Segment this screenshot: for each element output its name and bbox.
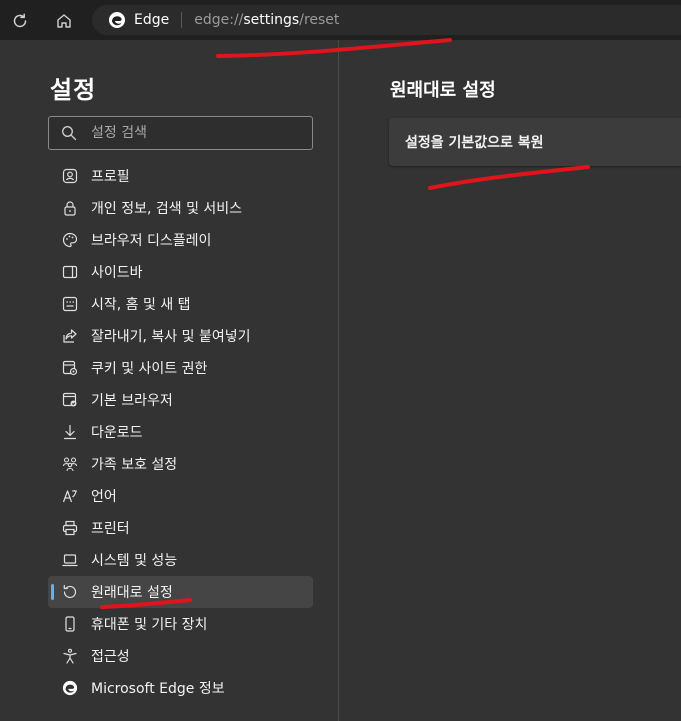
- sidebar-item-label: 개인 정보, 검색 및 서비스: [91, 201, 243, 217]
- sidebar-item-accessibility[interactable]: 접근성: [48, 640, 313, 672]
- home-button[interactable]: [51, 8, 77, 34]
- browser-toolbar: Edge edge://settings/reset: [0, 0, 681, 40]
- sidebar-item-appearance[interactable]: 브라우저 디스플레이: [48, 224, 313, 256]
- reset-icon: [63, 584, 77, 599]
- laptop-icon: [62, 554, 78, 567]
- home-icon: [57, 14, 71, 28]
- sidebar-item-languages[interactable]: 언어: [48, 480, 313, 512]
- sidebar-item-phone-devices[interactable]: 휴대폰 및 기타 장치: [48, 608, 313, 640]
- page-title: 설정: [50, 76, 97, 104]
- sidebar-icon: [62, 265, 78, 279]
- default-browser-icon: [62, 392, 77, 407]
- sidebar-item-label: 프린터: [91, 521, 130, 537]
- language-icon: [62, 490, 77, 503]
- sidebar-item-label: 프로필: [91, 169, 130, 185]
- accessibility-icon: [63, 648, 77, 664]
- phone-icon: [65, 616, 75, 632]
- address-separator: [181, 12, 183, 28]
- url-bold-part: settings: [243, 12, 300, 28]
- profile-icon: [62, 168, 78, 184]
- sidebar-item-label: Microsoft Edge 정보: [91, 681, 225, 697]
- url-prefix: edge://: [194, 12, 244, 28]
- printer-icon: [62, 520, 78, 536]
- refresh-button[interactable]: [7, 8, 33, 34]
- annotation-underline-card: [428, 165, 590, 190]
- site-name: Edge: [134, 12, 170, 28]
- search-input[interactable]: [91, 125, 291, 141]
- share-icon: [63, 329, 77, 343]
- address-bar[interactable]: Edge edge://settings/reset: [92, 5, 681, 35]
- url-text: edge://settings/reset: [194, 12, 339, 28]
- home-tabs-icon: [62, 296, 78, 312]
- section-title: 원래대로 설정: [390, 80, 496, 101]
- restore-defaults-label: 설정을 기본값으로 복원: [405, 135, 544, 151]
- sidebar-item-label: 원래대로 설정: [91, 585, 173, 601]
- sidebar-item-label: 접근성: [91, 649, 130, 665]
- edge-logo-icon: [62, 680, 78, 696]
- family-icon: [62, 457, 78, 472]
- restore-defaults-button[interactable]: 설정을 기본값으로 복원: [389, 118, 681, 166]
- sidebar-item-printers[interactable]: 프린터: [48, 512, 313, 544]
- url-suffix: /reset: [299, 12, 340, 28]
- settings-sidebar: 설정 프로필 개인 정보, 검색 및 서비스: [0, 40, 338, 721]
- sidebar-item-profile[interactable]: 프로필: [48, 160, 313, 192]
- sidebar-item-label: 잘라내기, 복사 및 붙여넣기: [91, 329, 251, 345]
- search-icon: [62, 126, 77, 141]
- pane-divider: [338, 40, 339, 721]
- sidebar-item-about-edge[interactable]: Microsoft Edge 정보: [48, 672, 313, 704]
- download-icon: [63, 424, 77, 440]
- sidebar-item-label: 사이드바: [91, 265, 143, 281]
- sidebar-item-system-performance[interactable]: 시스템 및 성능: [48, 544, 313, 576]
- search-box[interactable]: [48, 116, 313, 150]
- sidebar-item-label: 브라우저 디스플레이: [91, 233, 212, 249]
- palette-icon: [62, 232, 78, 248]
- refresh-icon: [13, 13, 27, 28]
- sidebar-item-label: 다운로드: [91, 425, 143, 441]
- sidebar-item-label: 시작, 홈 및 새 탭: [91, 297, 191, 313]
- sidebar-item-sidebar[interactable]: 사이드바: [48, 256, 313, 288]
- sidebar-item-label: 언어: [91, 489, 117, 505]
- sidebar-item-label: 쿠키 및 사이트 권한: [91, 361, 208, 377]
- sidebar-item-reset-settings[interactable]: 원래대로 설정: [48, 576, 313, 608]
- site-permissions-icon: [62, 360, 78, 376]
- sidebar-item-privacy[interactable]: 개인 정보, 검색 및 서비스: [48, 192, 313, 224]
- edge-logo-icon: [109, 12, 125, 28]
- sidebar-item-label: 휴대폰 및 기타 장치: [91, 617, 208, 633]
- sidebar-item-cookies-permissions[interactable]: 쿠키 및 사이트 권한: [48, 352, 313, 384]
- sidebar-item-default-browser[interactable]: 기본 브라우저: [48, 384, 313, 416]
- sidebar-item-share-copy-paste[interactable]: 잘라내기, 복사 및 붙여넣기: [48, 320, 313, 352]
- sidebar-item-label: 시스템 및 성능: [91, 553, 178, 569]
- sidebar-item-downloads[interactable]: 다운로드: [48, 416, 313, 448]
- lock-icon: [64, 201, 76, 216]
- sidebar-item-label: 가족 보호 설정: [91, 457, 178, 473]
- settings-menu: 프로필 개인 정보, 검색 및 서비스 브라우저 디스플레이 사이드바 시작, …: [48, 160, 313, 704]
- sidebar-item-start-home[interactable]: 시작, 홈 및 새 탭: [48, 288, 313, 320]
- sidebar-item-family-safety[interactable]: 가족 보호 설정: [48, 448, 313, 480]
- sidebar-item-label: 기본 브라우저: [91, 393, 173, 409]
